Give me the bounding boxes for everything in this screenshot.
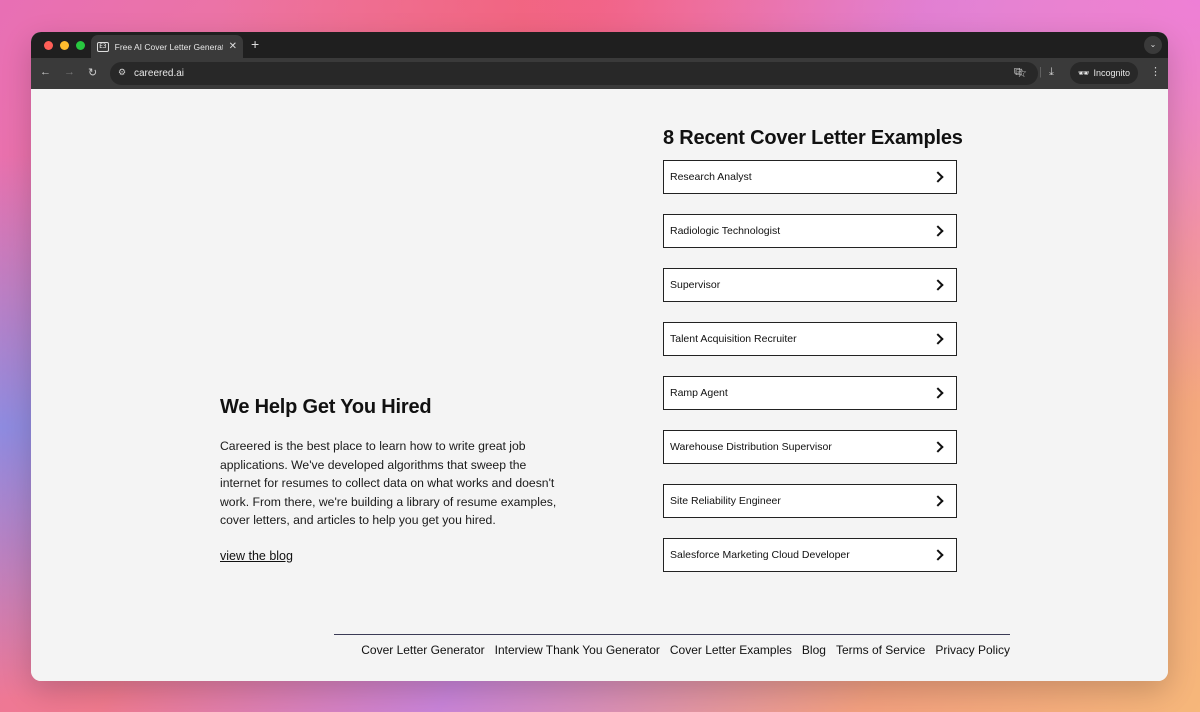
example-label: Supervisor (670, 279, 721, 291)
footer-link-interview-thank-you-generator[interactable]: Interview Thank You Generator (495, 643, 660, 657)
recent-examples-section: 8 Recent Cover Letter Examples Research … (663, 127, 963, 592)
page-content: We Help Get You Hired Careered is the be… (31, 89, 1168, 681)
example-item-salesforce-marketing-cloud-developer[interactable]: Salesforce Marketing Cloud Developer (663, 538, 957, 572)
site-settings-icon[interactable]: ⚙ (118, 67, 126, 78)
footer-links: Cover Letter Generator Interview Thank Y… (334, 635, 1010, 657)
window-controls (44, 41, 85, 50)
incognito-icon: 🕶 (1078, 67, 1090, 78)
browser-toolbar: ← → ↻ ⚙ careered.ai ☆ ⧉ | ⤓ 🕶 Incognito … (31, 58, 1168, 89)
browser-tab[interactable]: E3 Free AI Cover Letter Generator ✕ (91, 35, 243, 58)
tab-search-chevron-icon[interactable]: ⌄ (1144, 36, 1162, 54)
example-label: Warehouse Distribution Supervisor (670, 441, 832, 453)
chevron-right-icon (932, 225, 944, 237)
footer-link-blog[interactable]: Blog (802, 643, 826, 657)
about-heading: We Help Get You Hired (220, 396, 432, 418)
view-blog-link[interactable]: view the blog (220, 549, 293, 563)
about-section: We Help Get You Hired Careered is the be… (220, 396, 560, 565)
url-text[interactable]: careered.ai (134, 68, 184, 79)
chevron-right-icon (932, 387, 944, 399)
example-item-warehouse-distribution-supervisor[interactable]: Warehouse Distribution Supervisor (663, 430, 957, 464)
example-label: Talent Acquisition Recruiter (670, 333, 797, 345)
example-item-radiologic-technologist[interactable]: Radiologic Technologist (663, 214, 957, 248)
extensions-icon[interactable]: ⧉ (1014, 66, 1022, 79)
footer-link-privacy-policy[interactable]: Privacy Policy (935, 643, 1010, 657)
example-label: Ramp Agent (670, 387, 728, 399)
site-footer: Cover Letter Generator Interview Thank Y… (334, 634, 1010, 657)
example-label: Research Analyst (670, 171, 752, 183)
maximize-window-button[interactable] (76, 41, 85, 50)
reload-icon[interactable]: ↻ (88, 66, 97, 79)
example-item-research-analyst[interactable]: Research Analyst (663, 160, 957, 194)
minimize-window-button[interactable] (60, 41, 69, 50)
chevron-right-icon (932, 333, 944, 345)
examples-heading: 8 Recent Cover Letter Examples (663, 127, 963, 149)
browser-menu-icon[interactable]: ⋮ (1150, 65, 1161, 78)
chevron-right-icon (932, 441, 944, 453)
chevron-right-icon (932, 279, 944, 291)
new-tab-icon[interactable]: + (251, 36, 259, 52)
back-arrow-icon[interactable]: ← (40, 66, 51, 78)
footer-link-terms-of-service[interactable]: Terms of Service (836, 643, 925, 657)
chevron-right-icon (932, 495, 944, 507)
incognito-label: Incognito (1093, 68, 1130, 78)
download-icon[interactable]: ⤓ (1049, 66, 1054, 79)
tab-title: Free AI Cover Letter Generator (114, 41, 223, 52)
footer-link-cover-letter-examples[interactable]: Cover Letter Examples (670, 643, 792, 657)
site-favicon-icon: E3 (97, 41, 109, 52)
example-label: Salesforce Marketing Cloud Developer (670, 549, 850, 561)
example-label: Radiologic Technologist (670, 225, 781, 237)
toolbar-divider: | (1039, 66, 1042, 78)
example-item-ramp-agent[interactable]: Ramp Agent (663, 376, 957, 410)
chevron-right-icon (932, 549, 944, 561)
chevron-right-icon (932, 171, 944, 183)
address-bar[interactable]: ⚙ careered.ai ☆ (110, 62, 1038, 85)
footer-link-cover-letter-generator[interactable]: Cover Letter Generator (361, 643, 484, 657)
close-window-button[interactable] (44, 41, 53, 50)
incognito-badge[interactable]: 🕶 Incognito (1070, 62, 1138, 84)
forward-arrow-icon[interactable]: → (64, 66, 75, 78)
about-body: Careered is the best place to learn how … (220, 439, 557, 528)
example-label: Site Reliability Engineer (670, 495, 781, 507)
example-item-supervisor[interactable]: Supervisor (663, 268, 957, 302)
browser-window: E3 Free AI Cover Letter Generator ✕ + ⌄ … (31, 32, 1168, 681)
browser-titlebar: E3 Free AI Cover Letter Generator ✕ + ⌄ (31, 32, 1168, 58)
close-tab-icon[interactable]: ✕ (229, 41, 237, 52)
example-item-site-reliability-engineer[interactable]: Site Reliability Engineer (663, 484, 957, 518)
example-item-talent-acquisition-recruiter[interactable]: Talent Acquisition Recruiter (663, 322, 957, 356)
